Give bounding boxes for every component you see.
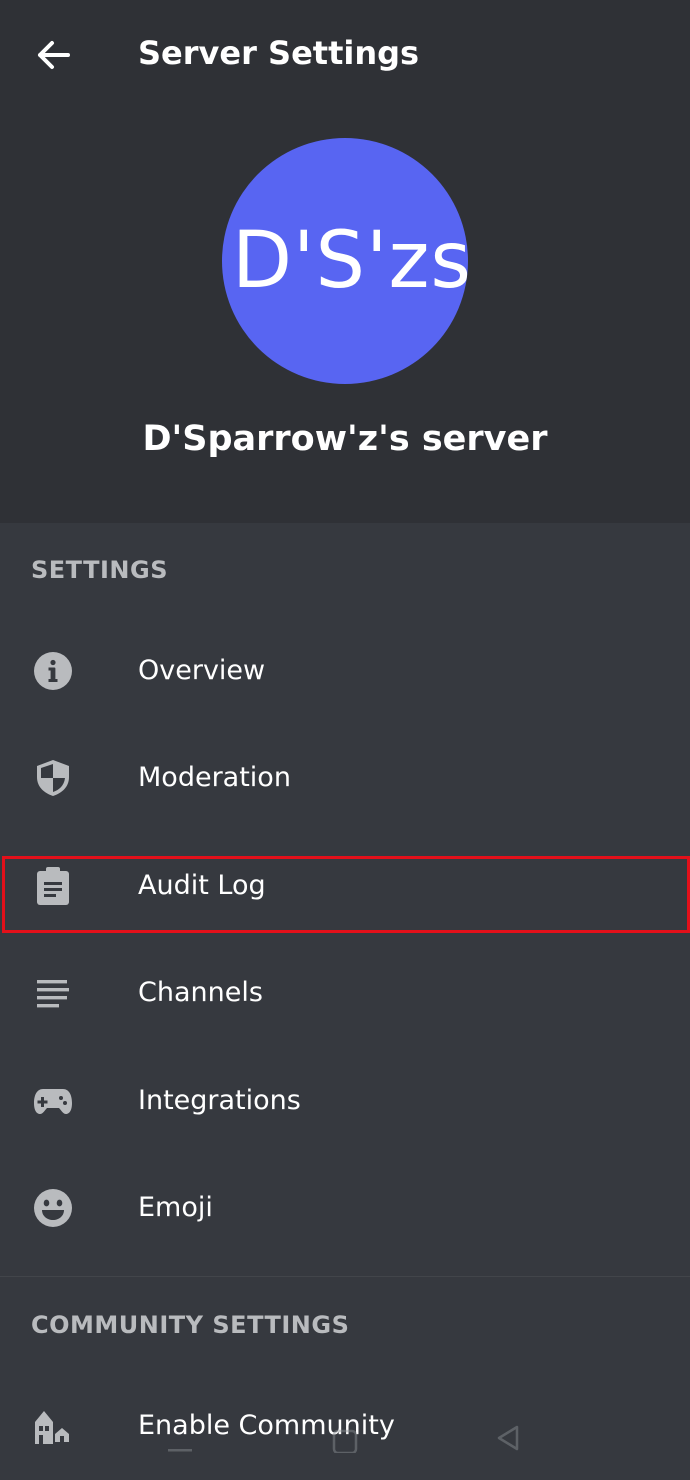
header: Server Settings D'S'zs D'Sparrow'z's ser… <box>0 0 690 523</box>
section-divider <box>0 1276 690 1277</box>
section-title-community: COMMUNITY SETTINGS <box>31 1311 350 1339</box>
menu-item-label: Channels <box>138 977 263 1008</box>
menu-item-channels[interactable]: Channels <box>0 958 690 1028</box>
recents-icon[interactable] <box>160 1418 200 1458</box>
highlight-box <box>2 856 690 933</box>
section-title-settings: SETTINGS <box>31 556 168 584</box>
menu-item-label: Integrations <box>138 1085 301 1116</box>
page-title: Server Settings <box>138 34 420 72</box>
arrow-left-icon <box>38 41 70 69</box>
smiley-icon <box>33 1188 73 1228</box>
menu-item-label: Emoji <box>138 1192 213 1223</box>
menu-item-label: Moderation <box>138 762 291 793</box>
system-nav-bar <box>0 1416 690 1462</box>
server-avatar[interactable]: D'S'zs <box>222 138 468 384</box>
server-settings-screen: Server Settings D'S'zs D'Sparrow'z's ser… <box>0 0 690 1480</box>
back-triangle-icon[interactable] <box>488 1418 528 1458</box>
menu-item-integrations[interactable]: Integrations <box>0 1066 690 1136</box>
text-lines-icon <box>33 973 73 1013</box>
server-name: D'Sparrow'z's server <box>142 419 548 459</box>
home-icon[interactable] <box>325 1418 365 1458</box>
menu-item-moderation[interactable]: Moderation <box>0 743 690 813</box>
menu-item-emoji[interactable]: Emoji <box>0 1173 690 1243</box>
server-avatar-initials: D'S'zs <box>231 216 468 306</box>
gamepad-icon <box>33 1081 73 1121</box>
menu-item-overview[interactable]: Overview <box>0 636 690 706</box>
shield-icon <box>33 758 73 798</box>
back-button[interactable] <box>28 30 78 80</box>
menu-item-label: Overview <box>138 655 266 686</box>
info-icon <box>33 651 73 691</box>
